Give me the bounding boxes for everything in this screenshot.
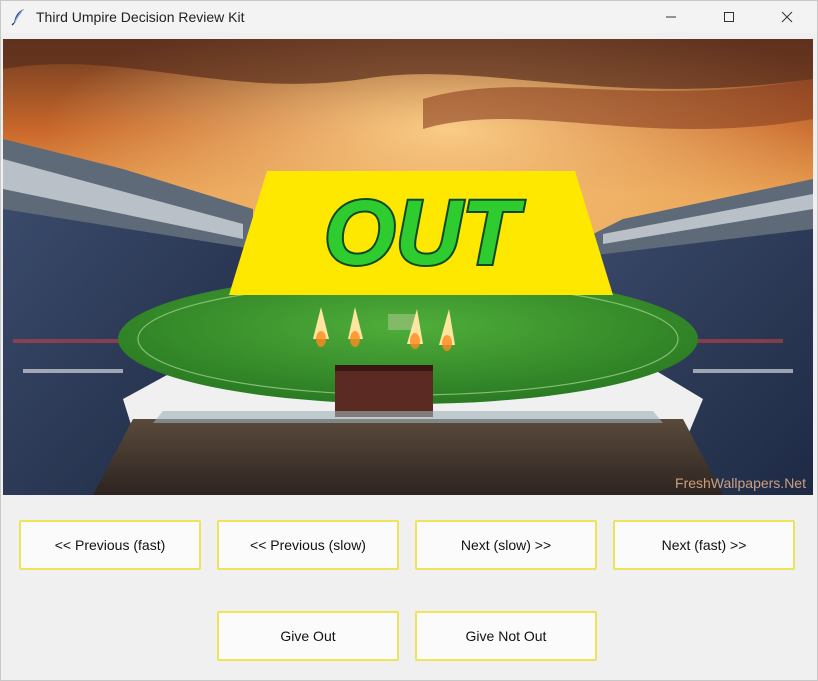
next-fast-button[interactable]: Next (fast) >> (613, 520, 795, 570)
give-not-out-button[interactable]: Give Not Out (415, 611, 597, 661)
title-bar[interactable]: Third Umpire Decision Review Kit (1, 1, 817, 33)
maximize-icon[interactable] (706, 1, 752, 33)
previous-slow-button[interactable]: << Previous (slow) (217, 520, 399, 570)
watermark: FreshWallpapers.Net (675, 475, 806, 491)
next-slow-button[interactable]: Next (slow) >> (415, 520, 597, 570)
app-window: Third Umpire Decision Review Kit OUT Fre… (0, 0, 818, 681)
give-out-button[interactable]: Give Out (217, 611, 399, 661)
feather-icon (11, 8, 27, 26)
previous-fast-button[interactable]: << Previous (fast) (19, 520, 201, 570)
close-icon[interactable] (764, 1, 810, 33)
window-title: Third Umpire Decision Review Kit (36, 9, 245, 25)
minimize-icon[interactable] (648, 1, 694, 33)
decision-text: OUT (324, 182, 525, 284)
decision-display: OUT FreshWallpapers.Net (3, 39, 813, 495)
stadium-image: OUT FreshWallpapers.Net (3, 39, 813, 495)
